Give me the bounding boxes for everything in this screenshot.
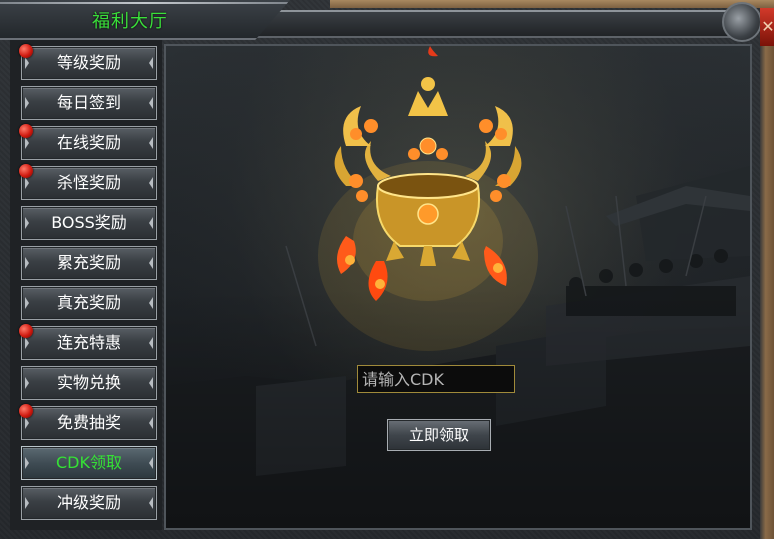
claim-now-button[interactable]: 立即领取	[387, 419, 491, 451]
red-dot-notification-icon	[19, 404, 33, 418]
chevron-left-icon	[25, 137, 29, 149]
sidebar-item-label: 杀怪奖励	[56, 173, 121, 192]
sidebar-item-boss-reward[interactable]: BOSS奖励	[21, 206, 157, 240]
red-dot-notification-icon	[19, 124, 33, 138]
parchment-border-right	[760, 40, 774, 539]
chevron-right-icon	[149, 337, 153, 349]
sidebar-item-label: 免费抽奖	[56, 413, 121, 432]
sidebar-item-label: 每日签到	[56, 93, 121, 112]
chevron-left-icon	[25, 497, 29, 509]
chevron-right-icon	[149, 217, 153, 229]
sidebar-item-label: 实物兑换	[56, 373, 121, 392]
chevron-right-icon	[149, 137, 153, 149]
chevron-left-icon	[25, 337, 29, 349]
chevron-right-icon	[149, 497, 153, 509]
sidebar-item-cdk-claim[interactable]: CDK领取	[21, 446, 157, 480]
sidebar-item-label: BOSS奖励	[51, 213, 127, 232]
chevron-right-icon	[149, 377, 153, 389]
sidebar-item-level-reward[interactable]: 等级奖励	[19, 44, 157, 80]
sidebar-item-level-rush-reward[interactable]: 冲级奖励	[21, 486, 157, 520]
sidebar-item-consecutive-recharge[interactable]: 连充特惠	[19, 324, 157, 360]
sidebar-item-daily-checkin[interactable]: 每日签到	[21, 86, 157, 120]
sidebar-item-cumulative-recharge[interactable]: 累充奖励	[21, 246, 157, 280]
chevron-left-icon	[25, 97, 29, 109]
red-dot-notification-icon	[19, 164, 33, 178]
content-vignette	[166, 46, 750, 528]
chevron-left-icon	[25, 177, 29, 189]
red-dot-notification-icon	[19, 44, 33, 58]
welfare-hall-window: 福利大厅 ✕ 等级奖励 每日签到 在线奖励 杀怪奖励 BOSS奖励 累充奖励 真…	[0, 0, 774, 539]
sidebar-item-physical-exchange[interactable]: 实物兑换	[21, 366, 157, 400]
parchment-border-top	[330, 0, 774, 8]
chevron-left-icon	[25, 257, 29, 269]
chevron-left-icon	[25, 457, 29, 469]
chevron-right-icon	[149, 257, 153, 269]
chevron-right-icon	[149, 177, 153, 189]
sidebar-menu: 等级奖励 每日签到 在线奖励 杀怪奖励 BOSS奖励 累充奖励 真充奖励 连充特…	[10, 40, 162, 530]
cdk-content-panel: 立即领取	[164, 44, 752, 530]
sidebar-item-kill-monster-reward[interactable]: 杀怪奖励	[19, 164, 157, 200]
chevron-right-icon	[149, 57, 153, 69]
chevron-left-icon	[25, 417, 29, 429]
chevron-left-icon	[25, 377, 29, 389]
chevron-left-icon	[25, 57, 29, 69]
sidebar-item-free-lottery[interactable]: 免费抽奖	[19, 404, 157, 440]
sidebar-item-online-reward[interactable]: 在线奖励	[19, 124, 157, 160]
chevron-left-icon	[25, 297, 29, 309]
sidebar-item-label: CDK领取	[56, 453, 122, 472]
window-top-bar	[250, 10, 750, 38]
sidebar-item-label: 等级奖励	[56, 53, 121, 72]
sidebar-item-label: 真充奖励	[56, 293, 121, 312]
sidebar-item-label: 连充特惠	[56, 333, 121, 352]
cdk-input[interactable]	[357, 365, 515, 393]
chevron-right-icon	[149, 417, 153, 429]
close-button[interactable]: ✕	[760, 8, 774, 46]
red-dot-notification-icon	[19, 324, 33, 338]
chevron-left-icon	[25, 217, 29, 229]
sidebar-item-label: 冲级奖励	[56, 493, 121, 512]
sidebar-item-label: 累充奖励	[56, 253, 121, 272]
corner-ornament-icon	[722, 2, 762, 42]
chevron-right-icon	[149, 457, 153, 469]
sidebar-item-label: 在线奖励	[56, 133, 121, 152]
sidebar-item-real-recharge[interactable]: 真充奖励	[21, 286, 157, 320]
chevron-right-icon	[149, 97, 153, 109]
chevron-right-icon	[149, 297, 153, 309]
window-title: 福利大厅	[92, 11, 168, 32]
